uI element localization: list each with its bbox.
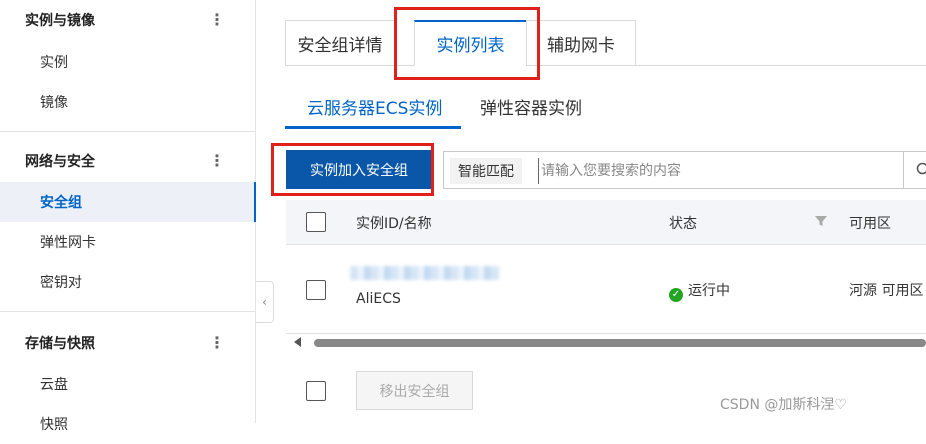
scrollbar-thumb[interactable] [314,339,926,347]
instance-status: ✓ 运行中 [669,280,730,302]
check-circle-icon: ✓ [669,288,683,302]
sidebar-group-title: 网络与安全 [25,151,95,171]
column-status: 状态 [669,200,697,245]
more-icon[interactable]: ⋮ [209,335,225,351]
sidebar-item-eni[interactable]: 弹性网卡 [0,222,255,262]
instance-zone: 河源 可用区 [849,280,923,300]
tab-secondary-eni[interactable]: 辅助网卡 [526,20,636,66]
search-input[interactable] [538,158,898,184]
sidebar-item-snapshot[interactable]: 快照 [0,404,255,444]
table-header: 实例ID/名称 状态 可用区 [286,200,926,245]
sidebar-divider [0,131,255,132]
sidebar-item-disk[interactable]: 云盘 [0,364,255,404]
search-mode-select[interactable]: 智能匹配 [450,158,522,184]
sidebar-item-keypair[interactable]: 密钥对 [0,262,255,302]
search-icon [916,162,926,178]
filter-icon[interactable] [814,214,828,228]
sidebar-group-network[interactable]: 网络与安全 ⋮ [0,141,255,181]
row-checkbox[interactable] [306,280,326,300]
table-row: AliECS ✓ 运行中 河源 可用区 [286,246,926,334]
instance-id-redacted [350,266,500,280]
sidebar-collapse-handle[interactable]: ‹ [256,281,274,323]
watermark: CSDN @加斯科涅♡ [720,394,847,414]
highlight-box [271,143,434,196]
search-button[interactable] [903,151,926,189]
column-instance-id: 实例ID/名称 [356,200,432,245]
sidebar-group-storage[interactable]: 存储与快照 ⋮ [0,323,255,363]
scroll-left-icon[interactable] [294,337,301,347]
sidebar: 实例与镜像 ⋮ 实例 镜像 网络与安全 ⋮ 安全组 弹性网卡 密钥对 存储与快照… [0,0,256,423]
active-subtab-indicator [285,126,461,129]
tab-security-group-detail[interactable]: 安全组详情 [285,20,395,66]
more-icon[interactable]: ⋮ [209,153,225,169]
footer-select-all-checkbox[interactable] [306,381,326,401]
select-all-checkbox[interactable] [306,212,326,232]
sidebar-group-title: 实例与镜像 [25,10,95,30]
sidebar-group-instances[interactable]: 实例与镜像 ⋮ [0,0,255,40]
sidebar-group-title: 存储与快照 [25,333,95,353]
sidebar-item-security-group[interactable]: 安全组 [0,182,255,222]
more-icon[interactable]: ⋮ [209,12,225,28]
search-bar: 智能匹配 [443,151,926,189]
horizontal-scrollbar[interactable] [286,336,926,350]
highlight-box [394,7,540,80]
status-text: 运行中 [688,283,730,299]
sidebar-item-image[interactable]: 镜像 [0,82,255,122]
subtab-ecs-instance[interactable]: 云服务器ECS实例 [307,94,442,130]
chevron-left-icon: ‹ [262,295,267,309]
sidebar-item-instance[interactable]: 实例 [0,42,255,82]
remove-from-security-group-button[interactable]: 移出安全组 [356,371,473,410]
column-zone: 可用区 [849,200,891,245]
sidebar-divider [0,311,255,312]
instance-name: AliECS [356,291,401,307]
subtab-eci-instance[interactable]: 弹性容器实例 [480,94,582,130]
